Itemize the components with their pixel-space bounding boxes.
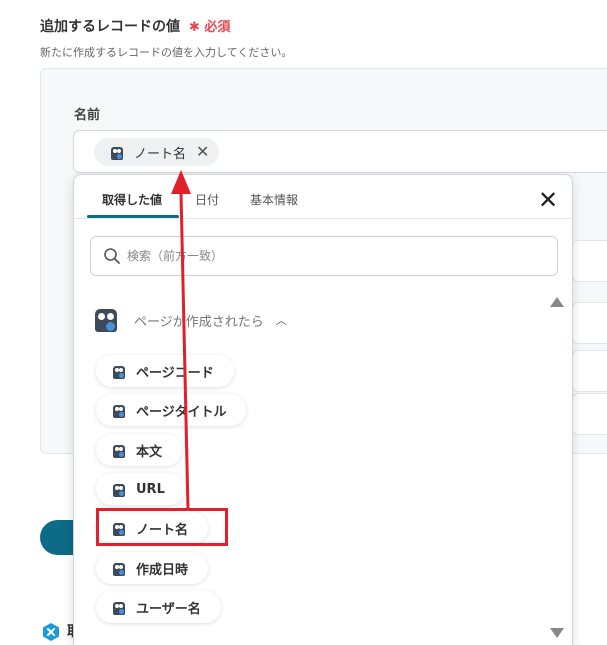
- annotation-highlight-box: [96, 508, 228, 546]
- tab-date[interactable]: 日付: [195, 191, 219, 208]
- required-star: ✱: [188, 20, 200, 35]
- value-item-label: ページタイトル: [136, 404, 227, 420]
- background-field[interactable]: [572, 240, 607, 282]
- background-field[interactable]: [572, 302, 607, 344]
- group-label: ページが作成されたら: [134, 314, 264, 330]
- scroll-up-icon[interactable]: [550, 297, 564, 307]
- field-label-name: 名前: [74, 108, 101, 123]
- active-tab-indicator: [87, 215, 179, 218]
- owl-app-icon: [112, 443, 126, 458]
- required-label: 必須: [204, 20, 231, 35]
- owl-app-icon: [112, 403, 126, 418]
- section-title-text: 追加するレコードの値: [40, 19, 180, 35]
- value-item-page-title[interactable]: ページタイトル: [96, 394, 247, 426]
- page: 追加するレコードの値 ✱ 必須 新たに作成するレコードの値を入力してください。 …: [0, 0, 607, 645]
- value-item-label: 本文: [136, 444, 163, 460]
- value-item-created-at[interactable]: 作成日時: [96, 552, 209, 584]
- section-title: 追加するレコードの値 ✱ 必須: [40, 16, 230, 36]
- value-picker-dropdown: 取得した値 日付 基本情報 ✕ ページが作成されたら ︿ ページコード ペ: [73, 174, 573, 645]
- tab-basic-info[interactable]: 基本情報: [250, 191, 298, 208]
- search-icon: [104, 248, 120, 264]
- value-item-label: 作成日時: [136, 562, 189, 578]
- owl-app-icon: [112, 482, 126, 497]
- value-item-page-code[interactable]: ページコード: [96, 355, 234, 387]
- owl-app-icon: [110, 145, 124, 160]
- value-item-label: ページコード: [136, 365, 214, 381]
- owl-app-icon: [112, 364, 126, 379]
- section-description: 新たに作成するレコードの値を入力してください。: [40, 46, 293, 59]
- value-item-body[interactable]: 本文: [96, 434, 183, 466]
- search-input[interactable]: [127, 249, 527, 263]
- owl-app-icon: [112, 600, 126, 615]
- close-icon[interactable]: ✕: [537, 188, 559, 212]
- search-box[interactable]: [90, 236, 558, 276]
- chip-label: ノート名: [134, 146, 187, 162]
- trigger-group-header[interactable]: ページが作成されたら ︿: [94, 307, 287, 333]
- owl-app-icon: [94, 307, 118, 333]
- background-field[interactable]: [572, 350, 607, 392]
- value-item-user-name[interactable]: ユーザー名: [96, 591, 221, 623]
- value-item-url[interactable]: URL: [96, 473, 185, 505]
- yoom-logo-icon: [43, 623, 59, 641]
- chip-remove-icon[interactable]: ✕: [196, 144, 209, 160]
- value-item-label: ユーザー名: [136, 601, 201, 617]
- tab-retrieved-values[interactable]: 取得した値: [102, 191, 162, 208]
- background-field[interactable]: [572, 393, 607, 435]
- owl-app-icon: [112, 561, 126, 576]
- required-badge: ✱ 必須: [189, 20, 230, 35]
- chevron-up-icon[interactable]: ︿: [276, 312, 287, 328]
- picker-tabs: 取得した値 日付 基本情報 ✕: [74, 175, 572, 219]
- scroll-down-icon[interactable]: [550, 628, 564, 638]
- selected-value-chip[interactable]: ノート名 ✕: [94, 138, 220, 166]
- value-item-label: URL: [136, 481, 165, 497]
